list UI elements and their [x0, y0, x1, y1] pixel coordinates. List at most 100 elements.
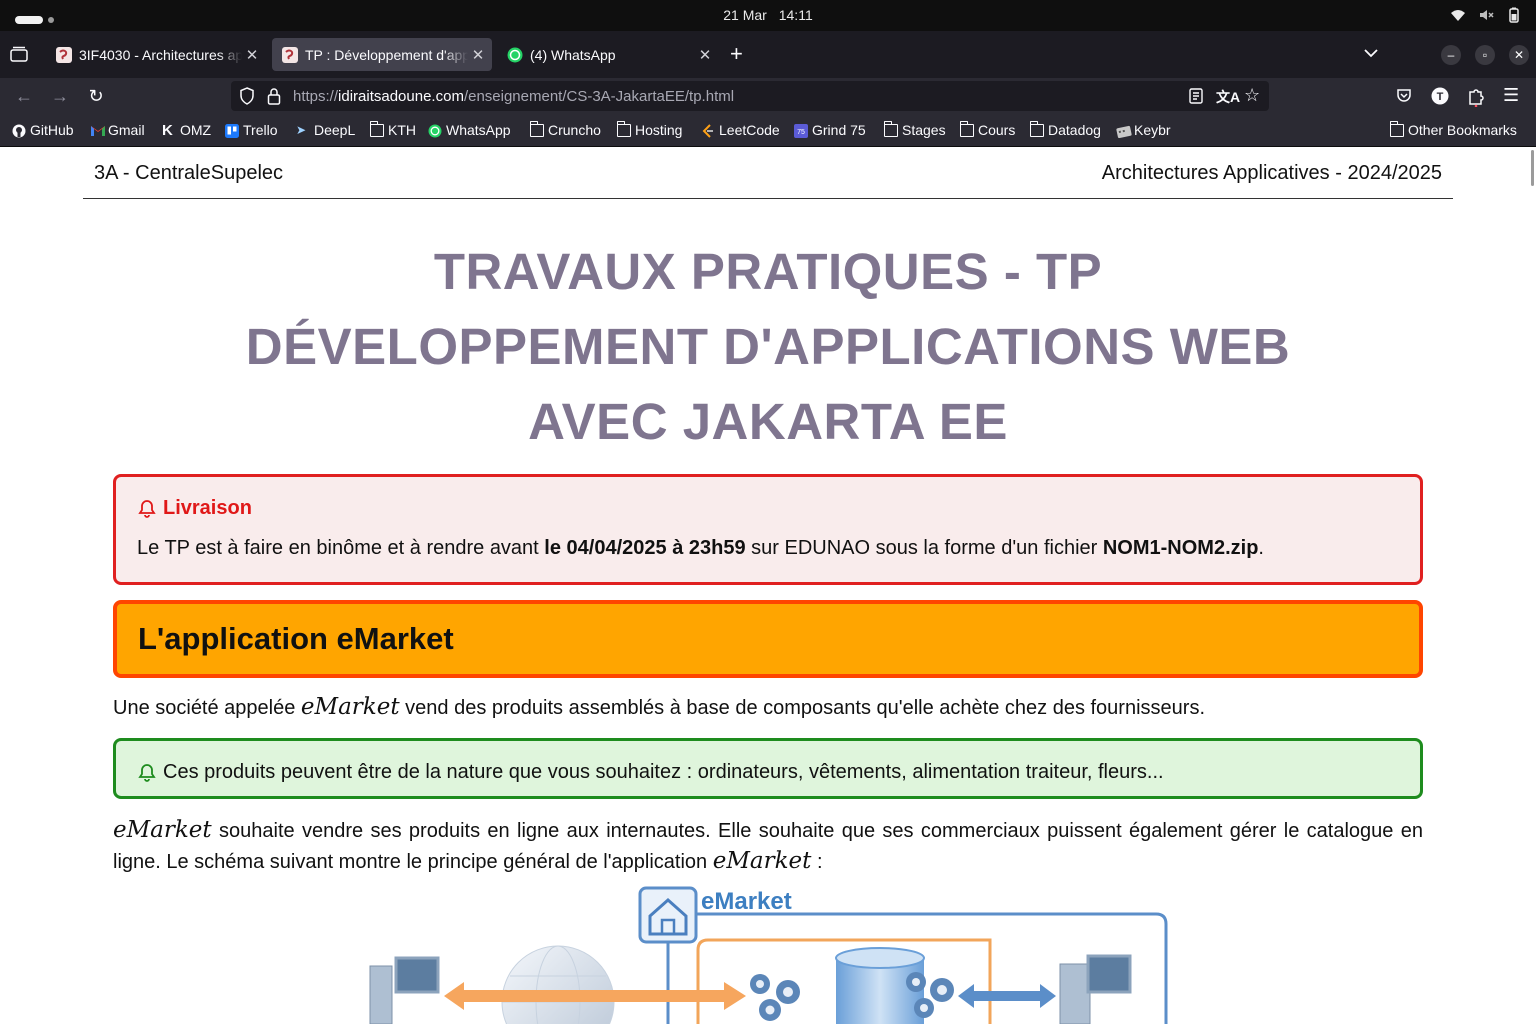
github-icon — [12, 124, 26, 137]
omz-icon: K — [162, 121, 173, 139]
section-title: L'application eMarket — [138, 621, 454, 656]
back-arrow-icon[interactable]: ← — [14, 86, 34, 106]
account-avatar-icon[interactable]: T — [1431, 87, 1449, 110]
page-title: TRAVAUX PRATIQUES - TP DÉVELOPPEMENT D'A… — [0, 234, 1536, 459]
admin-computer-icon — [1059, 954, 1132, 1024]
bookmark-kth[interactable]: KTH — [369, 120, 416, 138]
bookmark-label: Hosting — [635, 122, 683, 138]
folder-icon — [369, 120, 384, 137]
delivery-title: Livraison — [137, 497, 252, 520]
folder-icon — [883, 120, 898, 137]
bookmark-grind75[interactable]: 75 Grind 75 — [794, 122, 866, 138]
battery-icon — [1506, 7, 1522, 23]
bookmark-label: Datadog — [1048, 122, 1101, 138]
internet-globe-icon — [501, 945, 615, 1024]
bookmark-datadog[interactable]: Datadog — [1029, 120, 1101, 138]
emarket-math: eMarket — [300, 694, 400, 720]
os-top-bar: 21 Mar 14:11 — [0, 0, 1536, 31]
info-note-box: Ces produits peuvent être de la nature q… — [113, 738, 1423, 799]
delivery-text-part: sur EDUNAO sous la forme d'un fichier — [745, 537, 1103, 559]
bookmarks-toolbar: GitHub Gmail K OMZ Trello ➤ DeepL KTH Wh… — [0, 114, 1536, 147]
new-tab-icon[interactable]: + — [730, 43, 743, 65]
scrollbar[interactable] — [1531, 150, 1534, 186]
reader-view-icon[interactable] — [1189, 88, 1203, 109]
close-tab-icon[interactable]: ✕ — [468, 46, 488, 64]
intro-paragraph: Une société appelée eMarket vend des pro… — [113, 694, 1205, 720]
bookmark-label: Gmail — [108, 122, 145, 138]
bookmark-label: Cruncho — [548, 122, 601, 138]
bookmark-trello[interactable]: Trello — [225, 122, 278, 138]
title-line-1: TRAVAUX PRATIQUES - TP — [433, 243, 1103, 300]
gears-icon — [750, 974, 800, 1021]
bookmark-label: Trello — [243, 122, 278, 138]
tab-whatsapp[interactable]: (4) WhatsApp ✕ — [497, 38, 719, 71]
bookmark-label: Grind 75 — [812, 122, 866, 138]
diagram-label: eMarket — [701, 888, 792, 915]
bookmark-label: Other Bookmarks — [1408, 122, 1517, 138]
chevron-down-icon[interactable] — [1364, 45, 1378, 61]
close-tab-icon[interactable]: ✕ — [695, 46, 715, 64]
close-tab-icon[interactable]: ✕ — [242, 46, 262, 64]
delivery-title-text: Livraison — [163, 497, 252, 519]
reload-icon[interactable]: ↻ — [86, 86, 106, 106]
info-note: Ces produits peuvent être de la nature q… — [137, 761, 1164, 784]
bookmark-star-icon[interactable]: ☆ — [1244, 85, 1260, 106]
bookmark-omz[interactable]: K OMZ — [162, 122, 211, 138]
maximize-window-icon[interactable]: ▫ — [1475, 45, 1495, 65]
tab-overview-icon[interactable] — [10, 46, 28, 62]
bookmark-hosting[interactable]: Hosting — [616, 120, 683, 138]
url-bar[interactable]: https://idiraitsadoune.com/enseignement/… — [231, 81, 1269, 111]
folder-icon — [1389, 120, 1404, 137]
tab-architectures[interactable]: 3IF4030 - Architectures applicatives ✕ — [46, 38, 266, 71]
bookmark-label: Stages — [902, 122, 946, 138]
emarket-math: eMarket — [712, 848, 812, 874]
bookmark-leetcode[interactable]: LeetCode — [701, 122, 780, 138]
extensions-puzzle-icon[interactable] — [1467, 87, 1485, 112]
architecture-diagram: eMarket — [369, 886, 1168, 1024]
web-page-content[interactable]: 3A - CentraleSupelec Architectures Appli… — [0, 148, 1536, 1024]
hamburger-menu-icon[interactable]: ☰ — [1503, 85, 1519, 106]
svg-text:75: 75 — [797, 129, 805, 136]
folder-icon — [616, 120, 631, 137]
bookmark-cruncho[interactable]: Cruncho — [529, 120, 601, 138]
paragraph-text: : — [811, 851, 823, 873]
url-scheme: https:// — [293, 88, 339, 105]
tab-label: TP : Développement d'applications web — [305, 46, 468, 63]
lock-icon[interactable] — [267, 87, 281, 110]
folder-icon — [529, 120, 544, 137]
forward-arrow-icon[interactable]: → — [50, 86, 70, 106]
pocket-icon[interactable] — [1396, 87, 1412, 108]
header-course: Architectures Applicatives - 2024/2025 — [1101, 162, 1442, 184]
bookmark-deepl[interactable]: ➤ DeepL — [296, 122, 355, 138]
minimize-window-icon[interactable]: – — [1441, 45, 1461, 65]
bookmark-stages[interactable]: Stages — [883, 120, 946, 138]
close-window-icon[interactable]: ✕ — [1509, 45, 1529, 65]
bookmark-whatsapp[interactable]: WhatsApp — [428, 122, 511, 138]
delivery-filename: NOM1-NOM2.zip — [1102, 537, 1259, 559]
delivery-text-part: Le TP est à faire en binôme et à rendre … — [137, 537, 545, 559]
tab-label: 3IF4030 - Architectures applicatives — [79, 46, 242, 63]
bookmark-label: WhatsApp — [446, 122, 511, 138]
bookmark-github[interactable]: GitHub — [12, 122, 74, 138]
header-institution: 3A - CentraleSupelec — [94, 162, 284, 184]
gmail-icon — [90, 124, 105, 137]
system-status-area[interactable] — [1450, 7, 1522, 23]
bookmark-gmail[interactable]: Gmail — [90, 122, 145, 138]
title-line-3: AVEC JAKARTA EE — [528, 393, 1008, 450]
trello-icon — [225, 123, 239, 138]
tracking-protection-shield-icon[interactable] — [239, 87, 255, 110]
bookmark-cours[interactable]: Cours — [959, 120, 1015, 138]
tab-tp-jakarta[interactable]: TP : Développement d'applications web ✕ — [272, 38, 492, 71]
bookmark-label: LeetCode — [719, 122, 780, 138]
title-line-2: DÉVELOPPEMENT D'APPLICATIONS WEB — [245, 318, 1291, 375]
wifi-icon — [1450, 7, 1466, 23]
bookmark-label: Keybr — [1134, 122, 1171, 138]
paragraph-text: vend des produits assemblés à base de co… — [399, 697, 1205, 719]
paragraph-text: Une société appelée — [113, 697, 301, 719]
other-bookmarks-folder[interactable]: Other Bookmarks — [1389, 120, 1517, 138]
bookmark-keybr[interactable]: Keybr — [1116, 122, 1171, 138]
os-clock[interactable]: 21 Mar 14:11 — [0, 7, 1536, 23]
delivery-text-part: . — [1258, 537, 1264, 559]
delivery-alert-box: Livraison Le TP est à faire en binôme et… — [113, 474, 1423, 585]
translate-icon[interactable]: 文A — [1216, 87, 1240, 107]
